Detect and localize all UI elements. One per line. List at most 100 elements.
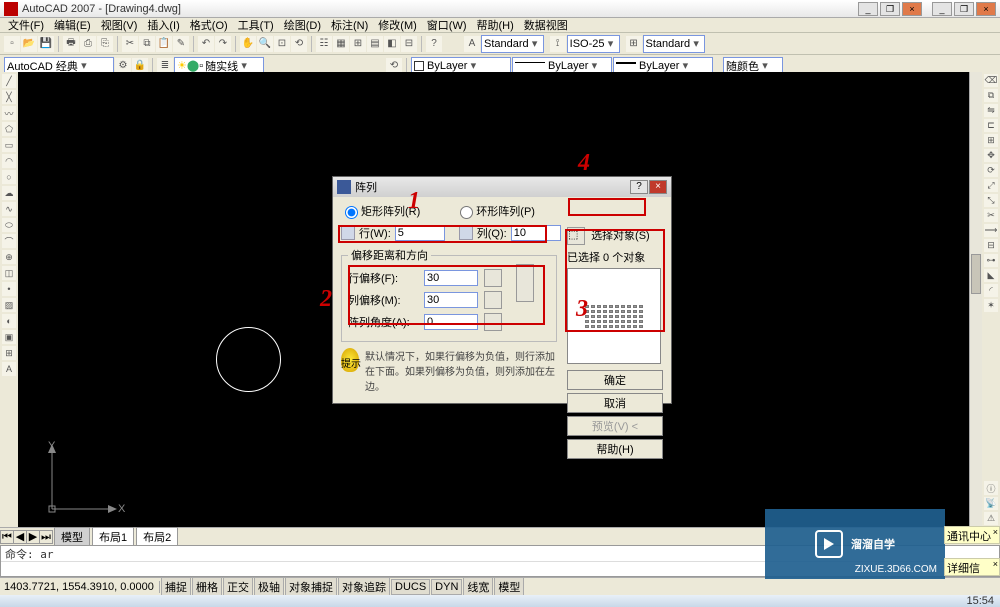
angle-pick-button[interactable]: [484, 313, 502, 331]
notif2-close-icon[interactable]: ×: [993, 559, 998, 569]
polygon-icon[interactable]: ⬠: [2, 122, 16, 136]
mode-snap[interactable]: 捕捉: [161, 577, 191, 597]
save-icon[interactable]: 💾: [38, 36, 54, 52]
dcenter-icon[interactable]: ▦: [333, 36, 349, 52]
pline-icon[interactable]: 〰: [2, 106, 16, 120]
redo-icon[interactable]: ↷: [215, 36, 231, 52]
notification-1[interactable]: 通讯中心×: [944, 526, 1000, 544]
row-offset-input[interactable]: [424, 270, 478, 286]
mode-model[interactable]: 模型: [494, 577, 524, 597]
erase-icon[interactable]: ⌫: [984, 74, 998, 87]
menu-format[interactable]: 格式(O): [186, 17, 232, 33]
publish-icon[interactable]: ⎘: [97, 36, 113, 52]
calc-icon[interactable]: ⊟: [401, 36, 417, 52]
sat-icon[interactable]: 📡: [984, 497, 998, 510]
circle-icon[interactable]: ○: [2, 170, 16, 184]
mirror-icon[interactable]: ⇋: [984, 104, 998, 117]
mode-polar[interactable]: 极轴: [254, 577, 284, 597]
offset-pick-both-button[interactable]: [516, 264, 534, 302]
properties-icon[interactable]: ☷: [316, 36, 332, 52]
region-icon[interactable]: ▣: [2, 330, 16, 344]
print-icon[interactable]: 🖶: [63, 36, 79, 52]
zoom-window-icon[interactable]: ⊡: [274, 36, 290, 52]
cut-icon[interactable]: ✂: [122, 36, 138, 52]
preview-icon[interactable]: ⎙: [80, 36, 96, 52]
restore-button[interactable]: ❐: [880, 2, 900, 16]
mode-ducs[interactable]: DUCS: [391, 579, 430, 595]
tab-layout1[interactable]: 布局1: [92, 527, 134, 547]
ssm-icon[interactable]: ▤: [367, 36, 383, 52]
rows-input[interactable]: [395, 225, 445, 241]
menu-draw[interactable]: 绘图(D): [280, 17, 325, 33]
tpalette-icon[interactable]: ⊞: [350, 36, 366, 52]
arc-icon[interactable]: ◠: [2, 154, 16, 168]
array-icon[interactable]: ⊞: [984, 134, 998, 147]
copy2-icon[interactable]: ⧉: [984, 89, 998, 102]
block-icon[interactable]: ◫: [2, 266, 16, 280]
pan-icon[interactable]: ✋: [240, 36, 256, 52]
tab-layout2[interactable]: 布局2: [136, 527, 178, 547]
zoom-prev-icon[interactable]: ⟲: [291, 36, 307, 52]
menu-file[interactable]: 文件(F): [4, 17, 48, 33]
notification-2[interactable]: 详细信息...×: [944, 558, 1000, 576]
cols-input[interactable]: [511, 225, 561, 241]
select-objects-button[interactable]: ⬚: [567, 227, 585, 245]
menu-modify[interactable]: 修改(M): [374, 17, 421, 33]
menu-help[interactable]: 帮助(H): [473, 17, 518, 33]
mode-dyn[interactable]: DYN: [431, 579, 462, 595]
app-restore-button[interactable]: ❐: [954, 2, 974, 16]
menu-dimension[interactable]: 标注(N): [327, 17, 372, 33]
dimstyle-icon[interactable]: ⟟: [550, 36, 566, 52]
cancel-button[interactable]: 取消: [567, 393, 663, 413]
extend-icon[interactable]: ⟶: [984, 224, 998, 237]
close-button[interactable]: ×: [902, 2, 922, 16]
tab-last-button[interactable]: ⏭: [39, 530, 53, 544]
paste-icon[interactable]: 📋: [156, 36, 172, 52]
match-icon[interactable]: ✎: [173, 36, 189, 52]
explode-icon[interactable]: ✶: [984, 299, 998, 312]
mode-ortho[interactable]: 正交: [223, 577, 253, 597]
mode-grid[interactable]: 栅格: [192, 577, 222, 597]
gradient-icon[interactable]: ◐: [2, 314, 16, 328]
textstyle-icon[interactable]: A: [464, 36, 480, 52]
markup-icon[interactable]: ◧: [384, 36, 400, 52]
menu-window[interactable]: 窗口(W): [423, 17, 471, 33]
tab-first-button[interactable]: ⏮: [0, 530, 14, 544]
offset-icon[interactable]: ⊏: [984, 119, 998, 132]
tablestyle-combo[interactable]: Standard▾: [643, 35, 706, 53]
tab-next-button[interactable]: ▶: [26, 530, 40, 544]
preview-button[interactable]: 预览(V) <: [567, 416, 663, 436]
xline-icon[interactable]: ╳: [2, 90, 16, 104]
menu-view[interactable]: 视图(V): [97, 17, 142, 33]
hatch-icon[interactable]: ▨: [2, 298, 16, 312]
col-offset-pick-button[interactable]: [484, 291, 502, 309]
menu-edit[interactable]: 编辑(E): [50, 17, 95, 33]
fillet-icon[interactable]: ◜: [984, 284, 998, 297]
table-icon[interactable]: ⊞: [2, 346, 16, 360]
app-minimize-button[interactable]: _: [932, 2, 952, 16]
point-icon[interactable]: •: [2, 282, 16, 296]
app-close-button[interactable]: ×: [976, 2, 996, 16]
row-offset-pick-button[interactable]: [484, 269, 502, 287]
tablestyle-icon[interactable]: ⊞: [626, 36, 642, 52]
ok-button[interactable]: 确定: [567, 370, 663, 390]
chamfer-icon[interactable]: ◣: [984, 269, 998, 282]
rotate-icon[interactable]: ⟳: [984, 164, 998, 177]
textstyle-combo[interactable]: Standard▾: [481, 35, 544, 53]
dialog-help-button[interactable]: ?: [630, 180, 648, 194]
notif1-close-icon[interactable]: ×: [993, 527, 998, 537]
revcloud-icon[interactable]: ☁: [2, 186, 16, 200]
tab-model[interactable]: 模型: [54, 527, 90, 547]
line-icon[interactable]: ╱: [2, 74, 16, 88]
mtext-icon[interactable]: A: [2, 362, 16, 376]
move-icon[interactable]: ✥: [984, 149, 998, 162]
menu-insert[interactable]: 插入(I): [143, 17, 183, 33]
menu-dataview[interactable]: 数据视图: [520, 17, 572, 33]
spline-icon[interactable]: ∿: [2, 202, 16, 216]
ellipsearc-icon[interactable]: ⌒: [2, 234, 16, 248]
stretch-icon[interactable]: ⤡: [984, 194, 998, 207]
minimize-button[interactable]: _: [858, 2, 878, 16]
break-icon[interactable]: ⊟: [984, 239, 998, 252]
open-icon[interactable]: 📂: [21, 36, 37, 52]
vertical-scrollbar[interactable]: [969, 72, 982, 527]
